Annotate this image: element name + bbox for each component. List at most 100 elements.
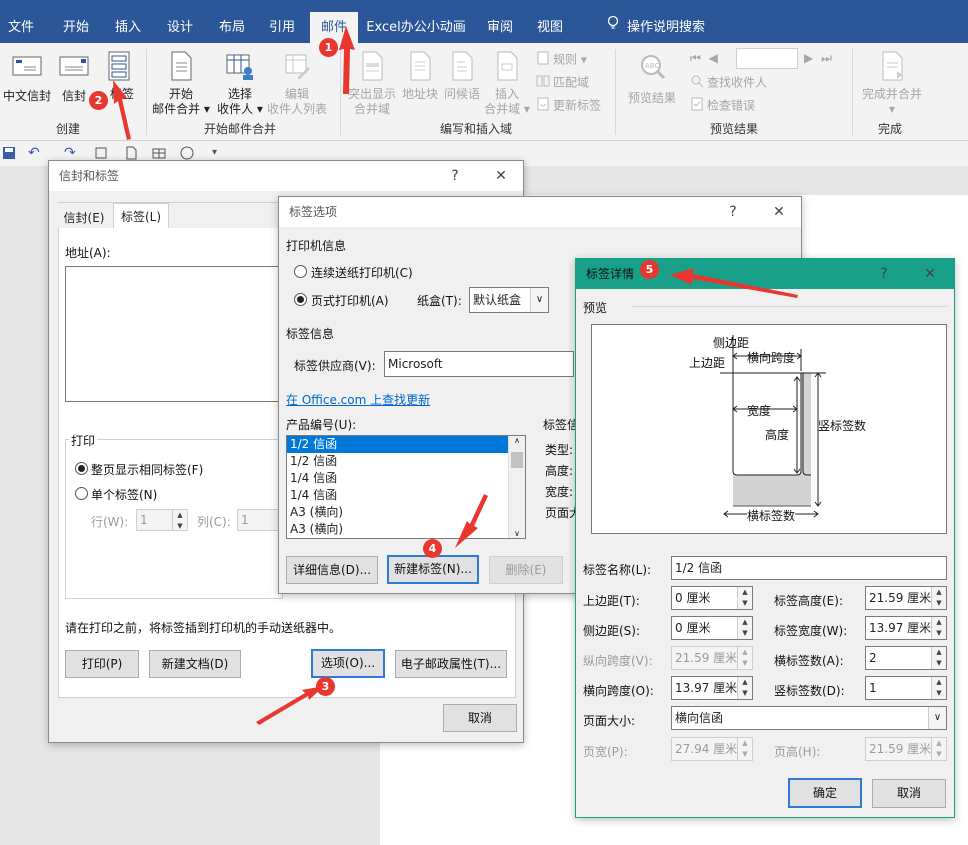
match-fields-button[interactable]: 匹配域 <box>536 74 589 92</box>
help-button[interactable]: ? <box>437 161 473 191</box>
page-width-input[interactable]: 27.94 厘米 ▲ ▼ <box>671 737 753 761</box>
list-scrollbar[interactable]: ∧ ∨ <box>508 436 525 538</box>
horizontal-count-spinner[interactable]: ▲ ▼ <box>931 647 946 669</box>
previous-record-icon[interactable]: ◀ <box>709 51 720 65</box>
insert-merge-field-button[interactable]: 插入 合并域 ▾ <box>484 51 530 117</box>
row-spinner[interactable]: ▲ ▼ <box>172 510 187 530</box>
chinese-envelopes-button[interactable]: 中文信封 <box>2 55 52 104</box>
tab-envelopes[interactable]: 信封(E) <box>59 207 109 229</box>
list-item[interactable]: 1/4 信函 <box>287 470 525 487</box>
start-mail-merge-button[interactable]: 开始 邮件合并 ▾ <box>152 51 210 117</box>
new-label-button[interactable]: 新建标签(N)... <box>387 555 479 584</box>
envelopes-button[interactable]: 信封 <box>56 55 92 104</box>
width-diagram-label: 宽度 <box>747 404 772 418</box>
tab-mailings[interactable]: 邮件 <box>310 12 358 43</box>
undo-icon[interactable]: ↶ <box>28 145 40 161</box>
top-margin-spinner[interactable]: ▲ ▼ <box>737 587 752 609</box>
record-number-input[interactable] <box>736 48 798 69</box>
close-button[interactable]: ✕ <box>483 161 519 191</box>
scroll-up-icon[interactable]: ∧ <box>509 436 525 450</box>
vertical-pitch-input[interactable]: 21.59 厘米 ▲ ▼ <box>671 646 753 670</box>
scroll-down-icon[interactable]: ∨ <box>509 529 525 538</box>
row-input[interactable]: 1 ▲ ▼ <box>136 509 188 531</box>
tab-excel-animation[interactable]: Excel办公小动画 <box>364 0 468 43</box>
page-height-input[interactable]: 21.59 厘米 ▲ ▼ <box>865 737 947 761</box>
tab-insert[interactable]: 插入 <box>104 0 152 43</box>
page-size-select[interactable]: 横向信函 ∨ <box>671 706 947 730</box>
tab-references[interactable]: 引用 <box>258 0 306 43</box>
vertical-count-input[interactable]: 1 ▲ ▼ <box>865 676 947 700</box>
help-button[interactable]: ? <box>715 197 751 227</box>
product-number-list[interactable]: 1/2 信函 1/2 信函 1/4 信函 1/4 信函 A3 (横向) A3 (… <box>286 435 526 539</box>
tell-me-search[interactable]: 操作说明搜索 <box>586 0 726 43</box>
save-icon[interactable] <box>2 146 16 163</box>
print-button[interactable]: 打印(P) <box>65 650 139 678</box>
vertical-pitch-spinner[interactable]: ▲ ▼ <box>737 647 752 669</box>
new-document-button[interactable]: 新建文档(D) <box>149 650 241 678</box>
list-item[interactable]: A3 (横向) <box>287 521 525 538</box>
close-button[interactable]: ✕ <box>912 259 948 289</box>
list-item[interactable]: 1/2 信函 <box>287 453 525 470</box>
horizontal-pitch-input[interactable]: 13.97 厘米 ▲ ▼ <box>671 676 753 700</box>
last-record-icon[interactable]: ⏭ <box>821 51 834 65</box>
single-label-radio[interactable] <box>75 487 88 500</box>
label-width-input[interactable]: 13.97 厘米 ▲ ▼ <box>865 616 947 640</box>
delete-button[interactable]: 删除(E) <box>489 556 563 584</box>
highlight-merge-fields-button[interactable]: 突出显示 合并域 <box>346 51 398 117</box>
tab-review[interactable]: 审阅 <box>476 0 524 43</box>
label-height-input[interactable]: 21.59 厘米 ▲ ▼ <box>865 586 947 610</box>
height-diagram-label: 高度 <box>765 428 790 442</box>
details-button[interactable]: 详细信息(D)... <box>286 556 378 584</box>
rules-button[interactable]: 规则 ▾ <box>536 51 587 69</box>
tab-labels[interactable]: 标签(L) <box>113 203 169 229</box>
cancel-button[interactable]: 取消 <box>443 704 517 732</box>
continuous-feed-radio[interactable] <box>294 265 307 278</box>
address-textarea[interactable] <box>65 266 283 402</box>
tab-design[interactable]: 设计 <box>156 0 204 43</box>
finish-merge-button[interactable]: 完成并合并 ▾ <box>858 51 926 117</box>
tab-home[interactable]: 开始 <box>52 0 100 43</box>
label-height-spinner[interactable]: ▲ ▼ <box>931 587 946 609</box>
update-labels-button[interactable]: 更新标签 <box>536 97 601 115</box>
address-block-button[interactable]: 地址块 <box>402 51 438 102</box>
side-margin-spinner[interactable]: ▲ ▼ <box>737 617 752 639</box>
tab-layout[interactable]: 布局 <box>208 0 256 43</box>
vertical-count-spinner[interactable]: ▲ ▼ <box>931 677 946 699</box>
label-vendor-select[interactable]: Microsoft <box>384 351 574 377</box>
tab-view[interactable]: 视图 <box>526 0 574 43</box>
first-record-icon[interactable]: ⏮ <box>690 51 703 65</box>
select-recipients-button[interactable]: 选择 收件人 ▾ <box>214 51 266 117</box>
customize-qat-icon[interactable]: ▾ <box>212 147 217 158</box>
cancel-button[interactable]: 取消 <box>872 779 946 808</box>
tab-file[interactable]: 文件 <box>0 0 42 43</box>
next-record-icon[interactable]: ▶ <box>804 51 815 65</box>
horizontal-count-input[interactable]: 2 ▲ ▼ <box>865 646 947 670</box>
label-width-spinner[interactable]: ▲ ▼ <box>931 617 946 639</box>
top-margin-input[interactable]: 0 厘米 ▲ ▼ <box>671 586 753 610</box>
preview-results-button[interactable]: ABC 预览结果 <box>624 53 680 106</box>
list-item[interactable]: 1/4 信函 <box>287 487 525 504</box>
horizontal-pitch-spinner[interactable]: ▲ ▼ <box>737 677 752 699</box>
scroll-thumb[interactable] <box>511 452 523 468</box>
label-name-input[interactable]: 1/2 信函 <box>671 556 947 580</box>
page-printer-radio[interactable] <box>294 293 307 306</box>
office-update-link[interactable]: 在 Office.com 上查找更新 <box>286 391 430 408</box>
close-button[interactable]: ✕ <box>761 197 797 227</box>
check-errors-button[interactable]: 检查错误 <box>690 97 755 115</box>
epostage-properties-button[interactable]: 电子邮政属性(T)... <box>395 650 507 678</box>
full-page-radio[interactable] <box>75 462 88 475</box>
redo-icon[interactable]: ↷ <box>64 145 76 161</box>
help-button[interactable]: ? <box>866 259 902 289</box>
labels-button[interactable]: 标签 <box>102 51 136 102</box>
edit-recipient-list-button[interactable]: 编辑 收件人列表 <box>266 51 328 117</box>
list-item[interactable]: 1/2 信函 <box>287 436 525 453</box>
greeting-line-button[interactable]: 问候语 <box>442 51 482 102</box>
page-width-spinner[interactable]: ▲ ▼ <box>737 738 752 760</box>
list-item[interactable]: A3 (横向) <box>287 504 525 521</box>
tray-select[interactable]: 默认纸盒 ∨ <box>469 287 549 313</box>
ok-button[interactable]: 确定 <box>788 778 862 808</box>
options-button[interactable]: 选项(O)... <box>311 649 385 678</box>
page-height-spinner[interactable]: ▲ ▼ <box>931 738 946 760</box>
find-recipient-button[interactable]: 查找收件人 <box>690 74 767 92</box>
side-margin-input[interactable]: 0 厘米 ▲ ▼ <box>671 616 753 640</box>
